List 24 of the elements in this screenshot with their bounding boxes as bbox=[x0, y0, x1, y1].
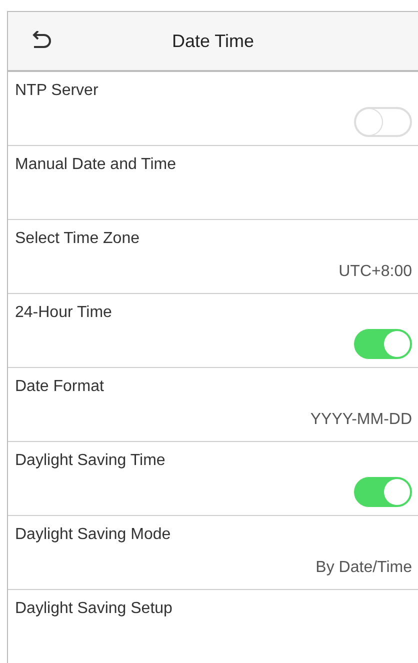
setting-value: By Date/Time bbox=[316, 559, 412, 576]
setting-value: YYYY-MM-DD bbox=[310, 411, 412, 428]
setting-label: Daylight Saving Mode bbox=[15, 526, 171, 544]
setting-value: UTC+8:00 bbox=[338, 263, 412, 280]
setting-label: Daylight Saving Setup bbox=[15, 600, 172, 618]
toggle-switch[interactable] bbox=[354, 477, 412, 507]
setting-label: NTP Server bbox=[15, 82, 98, 100]
setting-label: Manual Date and Time bbox=[15, 156, 176, 174]
settings-row[interactable]: Date Format YYYY-MM-DD bbox=[8, 368, 418, 442]
settings-row[interactable]: Manual Date and Time bbox=[8, 146, 418, 220]
setting-label: 24-Hour Time bbox=[15, 304, 112, 322]
setting-label: Daylight Saving Time bbox=[15, 452, 166, 470]
settings-row[interactable]: NTP Server bbox=[8, 72, 418, 146]
toggle-switch[interactable] bbox=[354, 107, 412, 137]
back-icon[interactable] bbox=[30, 31, 52, 51]
settings-row[interactable]: Select Time Zone UTC+8:00 bbox=[8, 220, 418, 294]
settings-row[interactable]: Daylight Saving Time bbox=[8, 442, 418, 516]
setting-label: Select Time Zone bbox=[15, 230, 140, 248]
toggle-switch[interactable] bbox=[354, 329, 412, 359]
settings-row[interactable]: Daylight Saving Setup bbox=[8, 590, 418, 663]
settings-row[interactable]: Daylight Saving Mode By Date/Time bbox=[8, 516, 418, 590]
setting-label: Date Format bbox=[15, 378, 104, 396]
screen-title: Date Time bbox=[172, 30, 254, 50]
settings-row[interactable]: 24-Hour Time bbox=[8, 294, 418, 368]
